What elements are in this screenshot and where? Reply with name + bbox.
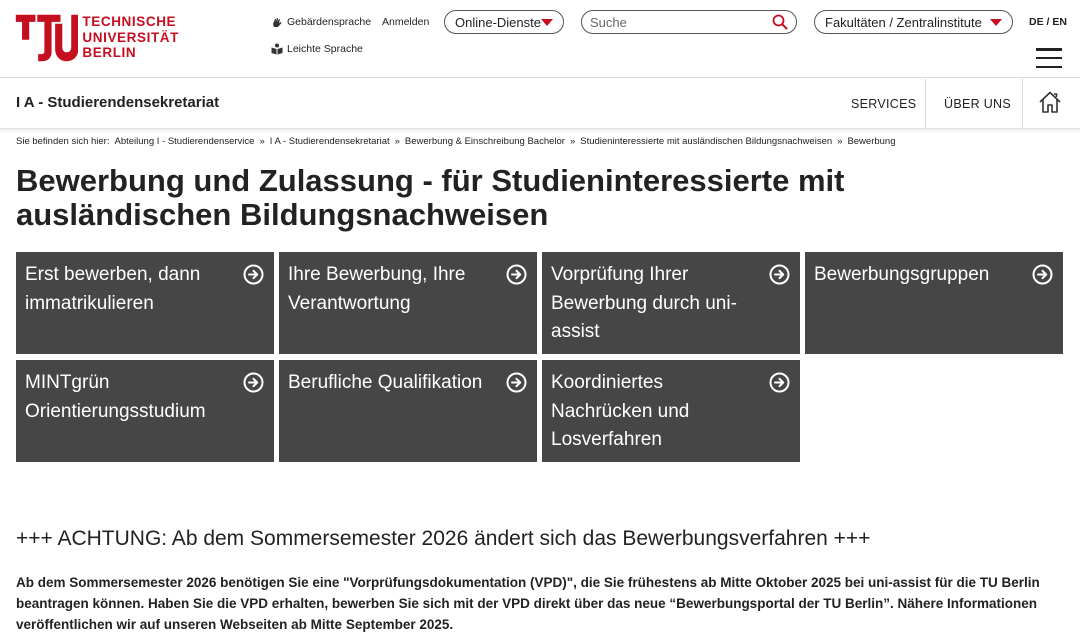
logo-wordmark: TECHNISCHE UNIVERSITÄT BERLIN (82, 14, 179, 61)
online-services-dropdown[interactable]: Online-Dienste (444, 10, 564, 34)
login-link[interactable]: Anmelden (382, 16, 429, 28)
arrow-right-circle-icon (243, 372, 264, 393)
language-switch[interactable]: DE / EN (1029, 16, 1067, 28)
arrow-right-circle-icon (769, 264, 790, 285)
breadcrumb-item[interactable]: Studieninteressierte mit ausländischen B… (580, 136, 832, 147)
nav-about-us[interactable]: ÜBER UNS (944, 79, 1011, 129)
nav-services[interactable]: SERVICES (851, 79, 916, 129)
logo-line-1: TECHNISCHE (82, 14, 177, 29)
tile-label: Ihre Bewerbung, Ihre Verantwortung (288, 264, 466, 314)
tile-label: Erst bewerben, dann immatrikulieren (25, 264, 201, 314)
section-title[interactable]: I A - Studierendensekretariat (16, 94, 219, 111)
logo-line-2: UNIVERSITÄT (82, 29, 179, 45)
easy-language-label: Leichte Sprache (287, 43, 363, 55)
tile-coordinated-admission[interactable]: Koordiniertes Nachrücken und Losverfahre… (542, 360, 800, 462)
breadcrumb-separator: » (837, 136, 843, 147)
breadcrumb-item[interactable]: Bewerbung & Einschreibung Bachelor (405, 136, 565, 147)
tile-professional-qualification[interactable]: Berufliche Qualifikation (279, 360, 537, 462)
breadcrumb-item-current: Bewerbung (847, 136, 896, 147)
tu-berlin-logo[interactable]: TECHNISCHE UNIVERSITÄT BERLIN (14, 10, 179, 66)
arrow-right-circle-icon (1032, 264, 1053, 285)
online-services-label: Online-Dienste (455, 14, 541, 30)
tile-your-responsibility[interactable]: Ihre Bewerbung, Ihre Verantwortung (279, 252, 537, 354)
home-icon[interactable] (1038, 90, 1062, 114)
breadcrumb: Sie befinden sich hier: Abteilung I - St… (16, 136, 896, 147)
sign-language-icon (273, 18, 282, 27)
tile-apply-first[interactable]: Erst bewerben, dann immatrikulieren (16, 252, 274, 354)
arrow-right-circle-icon (506, 372, 527, 393)
search-input[interactable] (590, 14, 760, 30)
tile-label: Bewerbungsgruppen (814, 264, 990, 285)
sign-language-link[interactable]: Gebärdensprache (271, 16, 371, 28)
breadcrumb-separator: » (259, 136, 265, 147)
login-label: Anmelden (382, 16, 430, 28)
tile-label: MINTgrün Orientierungsstudium (25, 372, 206, 422)
search-icon[interactable] (772, 14, 788, 30)
faculties-label: Fakultäten / Zentralinstitute (825, 14, 982, 30)
top-bar: TECHNISCHE UNIVERSITÄT BERLIN Gebärdensp… (0, 0, 1080, 78)
faculties-dropdown[interactable]: Fakultäten / Zentralinstitute (814, 10, 1013, 34)
nav-divider (925, 79, 926, 129)
menu-bar (1036, 56, 1062, 60)
easy-language-link[interactable]: Leichte Sprache (271, 43, 363, 55)
hamburger-menu-icon[interactable] (1036, 48, 1062, 68)
chevron-down-icon (541, 18, 553, 26)
menu-bar (1036, 65, 1062, 68)
page-title: Bewerbung und Zulassung - für Studienint… (16, 163, 845, 232)
arrow-right-circle-icon (243, 264, 264, 285)
tu-logo-icon (15, 14, 79, 62)
breadcrumb-item[interactable]: I A - Studierendensekretariat (270, 136, 390, 147)
tile-application-groups[interactable]: Bewerbungsgruppen (805, 252, 1063, 354)
section-bar: I A - Studierendensekretariat SERVICES Ü… (0, 79, 1080, 129)
notice-text: Ab dem Sommersemester 2026 benötigen Sie… (16, 575, 1040, 632)
nav-divider (1022, 79, 1023, 129)
arrow-right-circle-icon (769, 372, 790, 393)
easy-language-icon (271, 43, 283, 55)
search-box[interactable] (581, 10, 797, 34)
sign-language-label: Gebärdensprache (287, 16, 372, 28)
breadcrumb-separator: » (394, 136, 400, 147)
breadcrumb-item[interactable]: Abteilung I - Studierendenservice (114, 136, 254, 147)
chevron-down-icon (990, 18, 1002, 26)
breadcrumb-separator: » (569, 136, 576, 147)
menu-bar (1036, 48, 1062, 51)
tile-uni-assist-check[interactable]: Vorprüfung Ihrer Bewerbung durch uni-ass… (542, 252, 800, 354)
tile-label: Berufliche Qualifikation (288, 372, 483, 393)
notice-heading: +++ ACHTUNG: Ab dem Sommersemester 2026 … (16, 527, 871, 550)
logo-line-3: BERLIN (82, 45, 137, 60)
tile-mintgruen[interactable]: MINTgrün Orientierungsstudium (16, 360, 274, 462)
tile-label: Vorprüfung Ihrer Bewerbung durch uni-ass… (551, 264, 737, 342)
breadcrumb-prefix: Sie befinden sich hier: (16, 136, 110, 147)
arrow-right-circle-icon (506, 264, 527, 285)
tile-label: Koordiniertes Nachrücken und Losverfahre… (551, 372, 690, 450)
